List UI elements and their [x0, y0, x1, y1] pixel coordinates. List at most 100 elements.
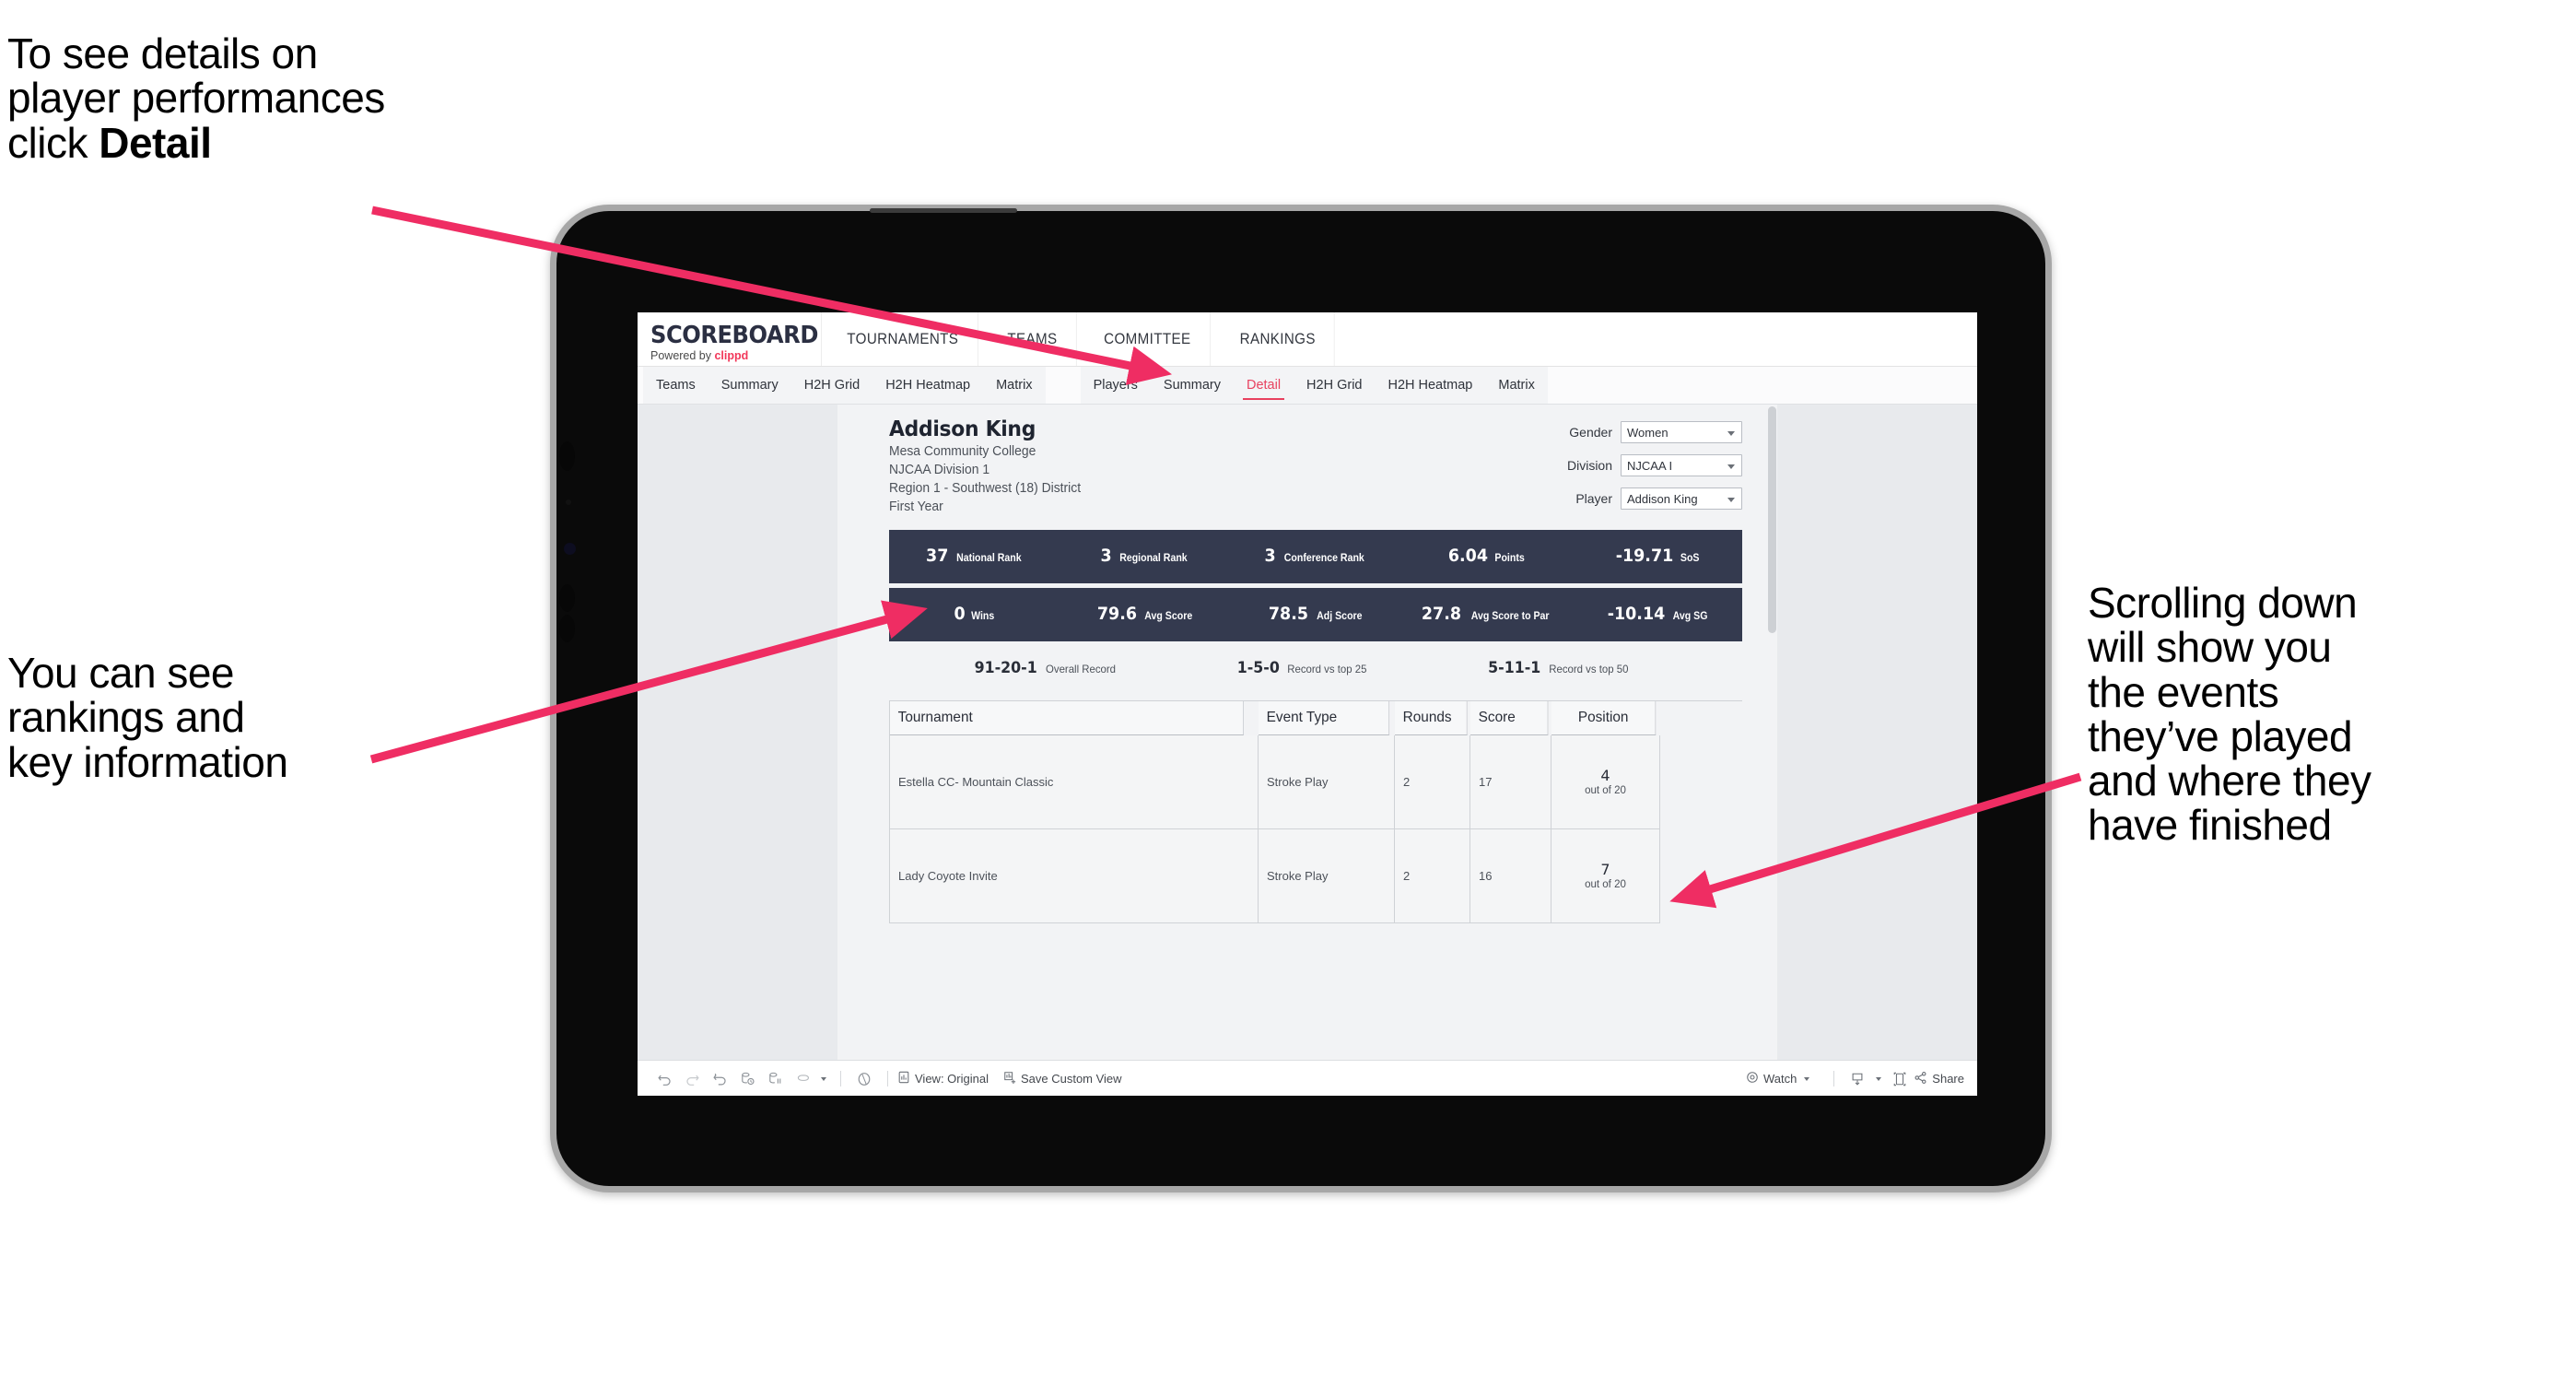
- share-button[interactable]: Share: [1914, 1071, 1964, 1087]
- chevron-down-icon: [1727, 464, 1735, 469]
- tab-teams[interactable]: Teams: [643, 367, 708, 404]
- cell-score: 16: [1470, 829, 1551, 923]
- stat-national-rank-value: 37: [925, 546, 949, 566]
- column-header-position[interactable]: Position: [1551, 701, 1657, 735]
- annotation-right-line3: the events: [2088, 667, 2279, 716]
- filter-player-select[interactable]: Addison King: [1621, 487, 1742, 510]
- fullscreen-icon[interactable]: [1886, 1067, 1914, 1091]
- filter-gender-value: Women: [1627, 425, 1669, 440]
- nav-item-committee[interactable]: COMMITTEE: [1085, 312, 1212, 366]
- cell-position-subtext: out of 20: [1585, 878, 1626, 890]
- record-overall-label: Overall Record: [1046, 662, 1117, 675]
- auto-update-caret-icon[interactable]: [816, 1067, 831, 1091]
- record-overall: 91-20-1 Overall Record: [917, 659, 1174, 677]
- chevron-down-icon: [1727, 431, 1735, 436]
- annotation-mid-left-line3: key information: [7, 737, 288, 786]
- nav-item-tournaments[interactable]: TOURNAMENTS: [828, 312, 978, 366]
- record-vs-top-50-value: 5-11-1: [1488, 658, 1541, 677]
- column-header-score[interactable]: Score: [1470, 701, 1549, 735]
- stat-points: 6.04 Points: [1401, 546, 1572, 566]
- record-vs-top-25: 1-5-0 Record vs top 25: [1174, 659, 1431, 677]
- auto-update-dropdown-icon[interactable]: [789, 1067, 816, 1091]
- tab-group-players: Players Summary Detail H2H Grid H2H Heat…: [1080, 367, 1548, 404]
- stat-conference-rank-label: Conference Rank: [1283, 553, 1364, 564]
- table-row[interactable]: Estella CC- Mountain Classic Stroke Play…: [890, 735, 1742, 829]
- annotation-right-line1: Scrolling down: [2088, 579, 2358, 627]
- pause-auto-update-icon[interactable]: [761, 1067, 789, 1091]
- top-navigation-bar: SCOREBOARD Powered by clippd TOURNAMENTS…: [638, 312, 1977, 367]
- player-header: Addison King Mesa Community College NJCA…: [889, 417, 1742, 521]
- logo-powered-by: Powered by clippd: [650, 350, 821, 362]
- filter-division-value: NJCAA I: [1627, 458, 1673, 473]
- filter-gender: Gender Women: [1553, 421, 1742, 443]
- scrollbar-thumb[interactable]: [1768, 406, 1776, 633]
- player-region: Region 1 - Southwest (18) District: [889, 481, 1082, 497]
- logo-brand-clippd: clippd: [714, 349, 749, 363]
- annotation-top-left-line3: click Detail: [7, 120, 634, 165]
- cell-position-value: 4: [1600, 767, 1610, 785]
- redo-icon[interactable]: [678, 1067, 706, 1091]
- filter-player: Player Addison King: [1553, 487, 1742, 510]
- records-row: 91-20-1 Overall Record 1-5-0 Record vs t…: [889, 641, 1742, 695]
- record-vs-top-50-label: Record vs top 50: [1549, 662, 1629, 675]
- cell-rounds: 2: [1395, 735, 1470, 829]
- watch-button[interactable]: Watch: [1746, 1071, 1810, 1086]
- save-custom-view-button[interactable]: Save Custom View: [1003, 1071, 1122, 1086]
- tab-players[interactable]: Players: [1081, 367, 1151, 404]
- page-title: Addison King: [889, 417, 1036, 441]
- player-identity: Addison King Mesa Community College NJCA…: [889, 417, 1089, 521]
- view-original-button[interactable]: View: Original: [897, 1071, 989, 1086]
- record-vs-top-50: 5-11-1 Record vs top 50: [1430, 658, 1687, 677]
- column-header-rounds[interactable]: Rounds: [1395, 701, 1468, 735]
- nav-item-teams[interactable]: TEAMS: [989, 312, 1077, 366]
- revert-icon[interactable]: [706, 1067, 733, 1091]
- nav-item-rankings[interactable]: RANKINGS: [1221, 312, 1335, 366]
- tab-teams-matrix[interactable]: Matrix: [983, 367, 1045, 404]
- download-icon[interactable]: [1844, 1067, 1871, 1091]
- cell-score: 17: [1470, 735, 1551, 829]
- tab-group-teams: Teams Summary H2H Grid H2H Heatmap Matri…: [643, 367, 1046, 404]
- filter-division: Division NJCAA I: [1553, 454, 1742, 476]
- table-row[interactable]: Lady Coyote Invite Stroke Play 2 16 7 ou…: [890, 829, 1742, 923]
- stat-avg-score-to-par-label: Avg Score to Par: [1470, 611, 1550, 622]
- tab-players-h2h-heatmap[interactable]: H2H Heatmap: [1375, 367, 1485, 404]
- player-detail-sheet: Addison King Mesa Community College NJCA…: [837, 405, 1777, 1060]
- tab-players-detail[interactable]: Detail: [1234, 367, 1294, 404]
- scoreboard-logo[interactable]: SCOREBOARD Powered by clippd: [638, 312, 822, 366]
- logo-powered-prefix: Powered by: [650, 349, 715, 363]
- toolbar-divider: [887, 1071, 888, 1086]
- toolbar-divider: [1833, 1071, 1835, 1086]
- stat-avg-score-to-par-value: 27.8: [1422, 604, 1462, 624]
- pause-refresh-icon[interactable]: [850, 1067, 878, 1091]
- stat-conference-rank: 3 Conference Rank: [1230, 546, 1400, 566]
- stat-national-rank-label: National Rank: [955, 553, 1022, 564]
- stat-wins: 0 Wins: [889, 605, 1060, 624]
- stat-avg-score-to-par: 27.8 Avg Score to Par: [1401, 605, 1572, 624]
- player-year: First Year: [889, 499, 943, 515]
- table-body: Estella CC- Mountain Classic Stroke Play…: [890, 735, 1742, 923]
- chevron-down-icon: [1727, 498, 1735, 502]
- filter-gender-select[interactable]: Women: [1621, 421, 1742, 443]
- table-header-row: Tournament Event Type Rounds Score Posit…: [890, 701, 1742, 735]
- tab-teams-h2h-heatmap[interactable]: H2H Heatmap: [872, 367, 983, 404]
- stat-points-label: Points: [1494, 553, 1526, 564]
- refresh-data-icon[interactable]: [733, 1067, 761, 1091]
- stat-regional-rank: 3 Regional Rank: [1060, 546, 1230, 566]
- vertical-scrollbar[interactable]: [1767, 405, 1777, 1060]
- stat-wins-label: Wins: [970, 611, 995, 622]
- filter-division-label: Division: [1566, 458, 1612, 473]
- column-header-event-type[interactable]: Event Type: [1259, 701, 1390, 735]
- tab-teams-h2h-grid[interactable]: H2H Grid: [791, 367, 872, 404]
- filter-division-select[interactable]: NJCAA I: [1621, 454, 1742, 476]
- undo-icon[interactable]: [650, 1067, 678, 1091]
- tab-players-h2h-grid[interactable]: H2H Grid: [1294, 367, 1375, 404]
- stat-wins-value: 0: [954, 604, 966, 624]
- tab-players-matrix[interactable]: Matrix: [1485, 367, 1547, 404]
- tab-teams-summary[interactable]: Summary: [708, 367, 791, 404]
- tab-players-summary[interactable]: Summary: [1151, 367, 1234, 404]
- stat-avg-score-label: Avg Score: [1144, 611, 1193, 622]
- column-header-tournament[interactable]: Tournament: [890, 701, 1244, 735]
- download-caret-icon[interactable]: [1871, 1067, 1886, 1091]
- stat-conference-rank-value: 3: [1264, 546, 1276, 566]
- tablet-volume-up-button: [559, 584, 575, 612]
